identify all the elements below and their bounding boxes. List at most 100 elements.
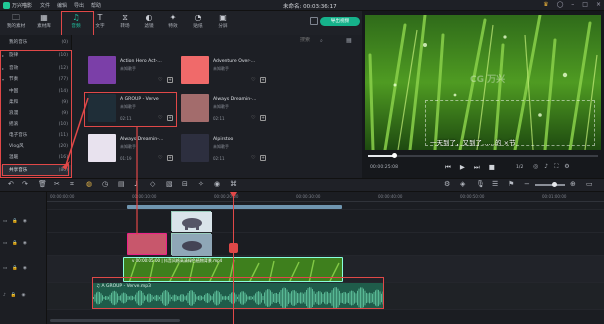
list-icon[interactable]: ☰	[492, 180, 498, 188]
fullscreen-icon[interactable]: ⛶	[554, 163, 558, 171]
tab-my-media[interactable]: 🗀 我的素材	[4, 13, 28, 29]
play-icon[interactable]: ▶	[460, 163, 465, 172]
minimize-icon[interactable]: –	[571, 1, 574, 8]
heart-icon[interactable]: ♡	[251, 155, 255, 161]
search-icon[interactable]: ⌕	[320, 38, 323, 44]
subtitle-text[interactable]: 一天到了，又到了……的 ×节	[430, 137, 516, 147]
heart-icon[interactable]: ♡	[251, 77, 255, 83]
audio-thumbnail	[181, 94, 209, 122]
audio-thumbnail	[88, 56, 116, 84]
grid-view-icon[interactable]: ▦	[346, 37, 352, 44]
mic-icon[interactable]: 🎙	[476, 180, 485, 188]
shield-icon[interactable]: ◈	[460, 180, 465, 188]
zoom-slider-knob[interactable]	[552, 182, 557, 187]
step-back-icon[interactable]: ⏮	[445, 163, 451, 172]
heart-icon[interactable]: ♡	[158, 77, 162, 83]
playback-progress-track[interactable]	[368, 155, 598, 157]
eye-icon[interactable]: ◉	[23, 241, 27, 246]
crop-icon[interactable]: ⌗	[70, 180, 74, 189]
zoom-slider[interactable]	[535, 184, 565, 186]
tab-sticker[interactable]: ◔ 贴纸	[186, 13, 210, 29]
fit-icon[interactable]: ▭	[586, 180, 593, 188]
stop-icon[interactable]: ■	[489, 163, 495, 172]
ai-icon[interactable]: ✧	[198, 180, 204, 188]
eye-icon[interactable]: ◉	[23, 219, 27, 224]
volume-icon[interactable]: ♪	[544, 163, 548, 171]
preview-tools: ◎ ♪ ⛶ ⚙	[533, 163, 570, 171]
redo-icon[interactable]: ↷	[22, 180, 28, 188]
tab-label: 特效	[168, 24, 178, 29]
category-label: 我的音乐	[9, 40, 28, 45]
menu-edit[interactable]: 编辑	[57, 2, 67, 9]
zoom-in-icon[interactable]: ⊕	[570, 180, 576, 188]
playhead-marker[interactable]	[229, 243, 238, 253]
color-icon[interactable]: ◍	[86, 180, 92, 188]
marker-icon[interactable]: ⚑	[508, 180, 514, 188]
playback-progress-knob[interactable]	[392, 153, 397, 158]
mask-icon[interactable]: ◇	[150, 180, 155, 188]
settings-icon[interactable]: ⚙	[564, 163, 569, 171]
audio-artist: 未知歌手	[213, 144, 229, 149]
delete-icon[interactable]: 🗑	[38, 180, 47, 188]
lock-icon[interactable]: 🔒	[12, 266, 18, 271]
audio-duration: 02:11	[213, 116, 225, 121]
crown-icon[interactable]: ♛	[543, 1, 548, 8]
undo-icon[interactable]: ↶	[8, 180, 14, 188]
project-title: 未命名: 00:03:36:17	[283, 4, 337, 10]
export-settings-icon[interactable]	[310, 17, 318, 25]
audio-thumbnail	[181, 134, 209, 162]
tab-transition[interactable]: ⧖ 转场	[113, 13, 137, 29]
render-icon[interactable]: ⚙	[444, 180, 450, 188]
add-icon[interactable]: +	[260, 115, 266, 121]
menu-file[interactable]: 文件	[40, 2, 50, 9]
lock-icon[interactable]: 🔒	[12, 241, 18, 246]
lock-icon[interactable]: 🔒	[12, 219, 18, 224]
audio-card[interactable]: Adventure Over-… 未知歌手 ♡ +	[181, 56, 273, 88]
cut-icon[interactable]: ✂	[54, 180, 60, 188]
detach-icon[interactable]: ⊟	[182, 180, 188, 188]
stabilize-icon[interactable]: ⌘	[230, 180, 237, 188]
heart-icon[interactable]: ♡	[158, 155, 162, 161]
speaker-icon[interactable]: ◉	[21, 293, 25, 298]
audio-card[interactable]: Alpirstoo 未知歌手 02:11 ♡ +	[181, 134, 273, 166]
rhino-thumbnail	[172, 212, 212, 232]
add-icon[interactable]: +	[260, 155, 266, 161]
track-row	[47, 210, 604, 233]
tab-effects[interactable]: ✦ 特效	[161, 13, 185, 29]
add-icon[interactable]: +	[167, 155, 173, 161]
add-icon[interactable]: +	[260, 77, 266, 83]
heart-icon[interactable]: ♡	[251, 115, 255, 121]
maximize-icon[interactable]: □	[582, 1, 588, 8]
add-icon[interactable]: +	[167, 77, 173, 83]
tab-stock[interactable]: ▦ 素材库	[32, 13, 56, 29]
highlight-shared-music	[2, 164, 69, 176]
menu-help[interactable]: 帮助	[91, 2, 101, 9]
speed-icon[interactable]: ◷	[102, 180, 108, 188]
green-screen-icon[interactable]: ▧	[166, 180, 173, 188]
playhead[interactable]	[233, 192, 234, 324]
freeze-icon[interactable]: ▤	[118, 180, 125, 188]
export-button[interactable]: 导出视频	[320, 17, 360, 26]
timeline-ruler[interactable]	[47, 192, 604, 202]
menu-export[interactable]: 导出	[74, 2, 84, 9]
voice-icon[interactable]: ◉	[214, 180, 220, 188]
rhino-clip-2[interactable]	[171, 233, 212, 256]
category-item[interactable]: 我的音乐 (0)	[0, 37, 72, 48]
search-input[interactable]	[300, 37, 320, 43]
track-header-3: ▭ 🔒 ◉	[3, 219, 27, 224]
rhino-clip[interactable]	[171, 211, 212, 232]
close-icon[interactable]: ×	[596, 1, 601, 8]
step-forward-icon[interactable]: ⏭	[474, 163, 480, 172]
lock-icon[interactable]: 🔒	[11, 293, 17, 298]
audio-card[interactable]: Action Hero Act-… 未知歌手 ♡ +	[88, 56, 180, 88]
user-icon[interactable]: ◯	[557, 1, 564, 8]
snapshot-icon[interactable]: ◎	[533, 163, 538, 171]
tab-split[interactable]: ▣ 分屏	[211, 13, 235, 29]
eye-icon[interactable]: ◉	[23, 266, 27, 271]
timeline-scrollbar[interactable]	[50, 319, 180, 322]
zoom-out-icon[interactable]: −	[524, 180, 530, 188]
audio-card[interactable]: Always Dreamin-… 未知歌手 02:11 ♡ +	[181, 94, 273, 126]
audio-title: Action Hero Act-…	[120, 59, 162, 64]
tab-filter[interactable]: ◐ 滤镜	[137, 13, 161, 29]
title-clip[interactable]	[127, 205, 342, 209]
